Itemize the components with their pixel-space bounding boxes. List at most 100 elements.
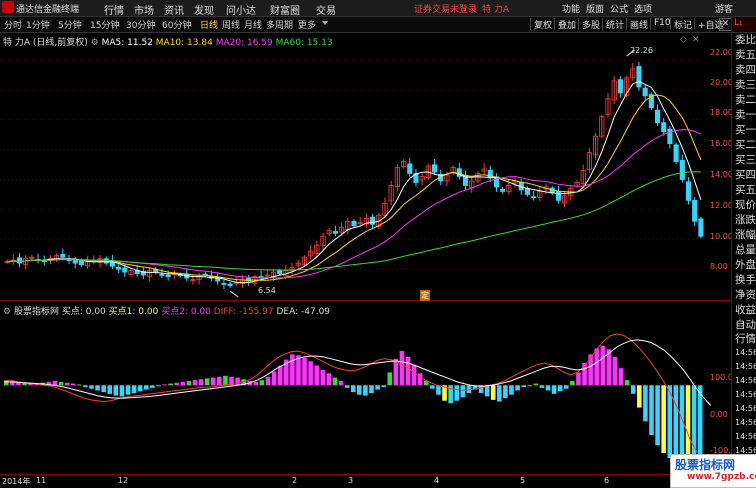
macd-bar	[655, 385, 660, 446]
macd-bar	[217, 376, 222, 386]
macd-bar	[405, 357, 411, 386]
candle-body	[642, 87, 648, 97]
price-tick: 8.00	[710, 262, 728, 271]
x-tick: 4	[434, 476, 440, 485]
period-15min[interactable]: 15分钟	[90, 18, 119, 31]
price-tick: 16.00	[710, 139, 733, 148]
macd-bar	[107, 385, 113, 394]
xaxis-separator	[0, 474, 731, 475]
period-60min[interactable]: 60分钟	[162, 18, 191, 31]
menu-trade[interactable]: 交易	[316, 2, 336, 17]
side-panel-label: 14:56	[735, 418, 756, 427]
side-panel-label: 卖四	[735, 64, 756, 76]
candle-body	[72, 259, 78, 264]
menu-ask-xiaoda[interactable]: 问小达	[226, 2, 256, 17]
period-weekly[interactable]: 周线	[222, 18, 240, 31]
side-panel-label: 自动	[735, 319, 756, 331]
ding-marker[interactable]: 定	[420, 290, 430, 301]
menu-function[interactable]: 功能	[562, 2, 580, 15]
side-panel-label: 14:56	[735, 362, 756, 371]
side-panel-label: 外盘	[735, 259, 756, 271]
macd-bar	[618, 368, 624, 386]
statistics-button[interactable]: 统计	[602, 18, 624, 31]
macd-bar	[594, 348, 599, 386]
macd-bar	[697, 385, 703, 465]
overlay-button[interactable]: 叠加	[554, 18, 576, 31]
menu-market[interactable]: 市场	[134, 2, 154, 17]
macd-bar	[302, 357, 307, 386]
period-intraday[interactable]: 分时	[4, 18, 22, 31]
candle-body	[673, 144, 679, 162]
level-icon: L₁	[734, 18, 743, 28]
side-panel-label: 涨幅	[735, 229, 756, 241]
candle-body	[685, 181, 692, 201]
candle-body	[654, 109, 661, 124]
macd-bar	[381, 385, 386, 387]
menu-quotes[interactable]: 行情	[104, 2, 124, 17]
draw-line-button[interactable]: 画线	[626, 18, 648, 31]
macd-bar	[649, 385, 654, 435]
candle-body	[221, 283, 227, 285]
low-annotation: 6.54	[258, 286, 276, 295]
f10-button[interactable]: F10	[650, 18, 671, 30]
indicator-tick: 100.0	[710, 373, 733, 382]
period-30min[interactable]: 30分钟	[126, 18, 155, 31]
app-title: 通达信金融终端	[16, 5, 80, 15]
login-notice[interactable]: 证券交易未登录	[414, 2, 477, 15]
macd-bar	[375, 385, 380, 390]
mark-button[interactable]: 标记	[670, 18, 692, 31]
macd-bar	[570, 381, 575, 386]
period-daily[interactable]: 日线	[200, 18, 218, 31]
more-chevron-down-icon[interactable]	[322, 21, 328, 25]
macd-bar	[52, 381, 58, 386]
price-chart[interactable]	[0, 33, 731, 474]
macd-bar	[685, 385, 691, 464]
macd-bar	[551, 385, 557, 394]
macd-bar	[210, 377, 216, 386]
menu-options[interactable]: 选项	[634, 2, 652, 15]
macd-bar	[198, 379, 204, 386]
period-5min[interactable]: 5分钟	[58, 18, 82, 31]
period-multi[interactable]: 多周期	[266, 18, 293, 31]
price-tick: 18.00	[710, 108, 733, 117]
macd-bar	[162, 384, 167, 386]
side-panel-label: 收益	[735, 304, 756, 316]
level-badge: L₁	[731, 17, 756, 32]
candle-body	[78, 260, 85, 266]
macd-bar	[77, 384, 82, 386]
menu-wealth-circle[interactable]: 财富圈	[270, 2, 300, 17]
candle-body	[698, 218, 704, 237]
macd-bar	[454, 385, 459, 401]
macd-bar	[296, 355, 301, 386]
ma20-line	[7, 129, 702, 279]
menu-layout[interactable]: 版面	[586, 2, 604, 15]
multi-stock-button[interactable]: 多股	[578, 18, 600, 31]
macd-bar	[277, 365, 283, 386]
macd-bar	[399, 351, 405, 386]
macd-bar	[204, 378, 210, 386]
menu-formula[interactable]: 公式	[610, 2, 628, 15]
period-monthly[interactable]: 月线	[244, 18, 262, 31]
period-1min[interactable]: 1分钟	[26, 18, 50, 31]
candle-body	[332, 231, 338, 234]
macd-bar	[89, 385, 94, 389]
macd-bar	[223, 375, 228, 386]
macd-bar	[290, 354, 295, 386]
side-panel-label: 买二	[735, 139, 756, 151]
watermark-url: www.7gpzb.com	[687, 472, 756, 482]
macd-bar	[661, 385, 666, 453]
macd-bar	[314, 365, 319, 386]
period-more[interactable]: 更多	[298, 18, 316, 31]
app-logo-icon	[2, 1, 14, 13]
adjust-button[interactable]: 复权	[530, 18, 552, 31]
watermark-title: 股票指标网	[675, 458, 736, 472]
menu-discover[interactable]: 发现	[194, 2, 214, 17]
macd-bar	[101, 385, 106, 393]
high-annotation: 22.26	[630, 46, 653, 55]
menu-news[interactable]: 资讯	[164, 2, 184, 17]
side-panel-label: 委比	[735, 34, 756, 46]
macd-bar	[588, 354, 593, 386]
menu-guest[interactable]: 游客	[715, 2, 733, 15]
macd-bar	[259, 380, 265, 386]
macd-bar	[95, 385, 100, 391]
